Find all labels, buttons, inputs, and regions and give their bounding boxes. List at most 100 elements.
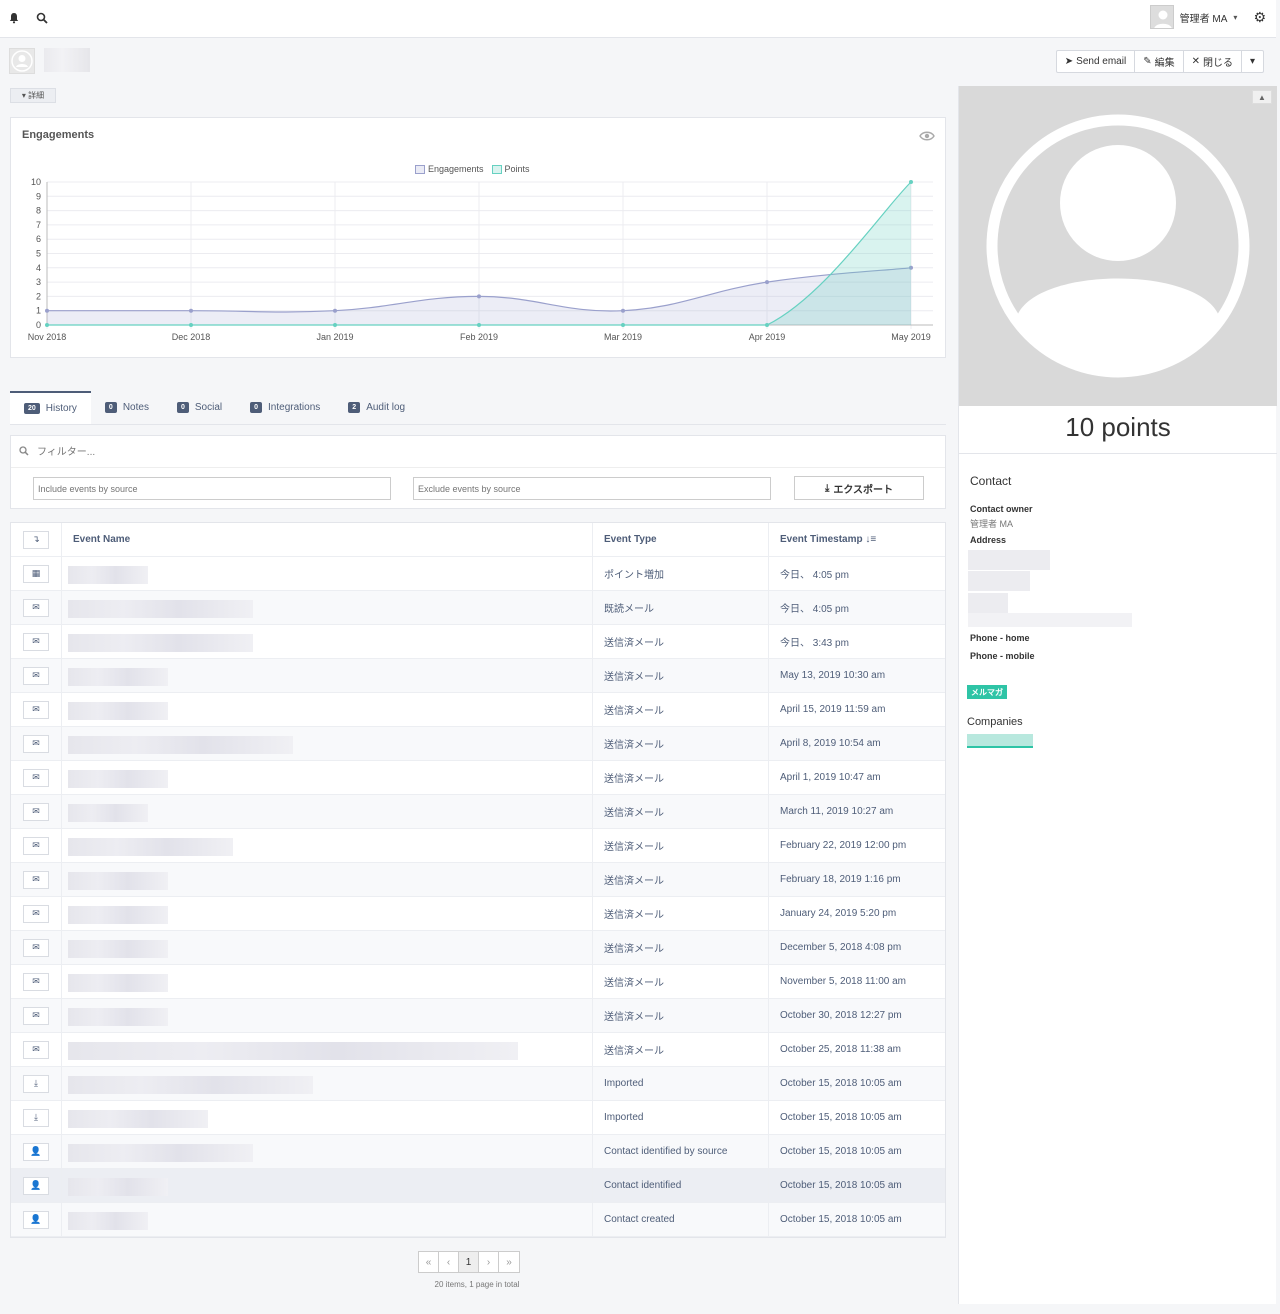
include-source-input[interactable] [33, 477, 391, 500]
company-link-redacted[interactable] [967, 734, 1033, 748]
table-row[interactable]: ✉ 既読メール 今日、 4:05 pm [11, 591, 945, 625]
event-type-cell: Contact identified by source [593, 1135, 769, 1168]
next-page-button[interactable]: › [479, 1252, 499, 1272]
table-row[interactable]: ✉ 送信済メール October 30, 2018 12:27 pm [11, 999, 945, 1033]
envelope-icon[interactable]: ✉ [23, 700, 49, 719]
calculator-icon[interactable]: ▦ [23, 564, 49, 583]
event-name-cell[interactable] [62, 1169, 593, 1202]
detail-toggle-button[interactable]: ▾ 詳細 [10, 88, 56, 103]
event-icon-cell: 👤 [11, 1135, 62, 1168]
export-button[interactable]: ⤓ エクスポート [794, 476, 924, 500]
envelope-icon[interactable]: ✉ [23, 836, 49, 855]
collapse-sidebar-button[interactable]: ▲ [1252, 90, 1272, 104]
event-name-cell[interactable] [62, 659, 593, 692]
event-name-cell[interactable] [62, 1101, 593, 1134]
send-email-button[interactable]: ➤ Send email [1057, 51, 1136, 72]
page-number-button[interactable]: 1 [459, 1252, 479, 1272]
column-header-event-name[interactable]: Event Name [62, 523, 593, 556]
envelope-icon[interactable]: ✉ [23, 1006, 49, 1025]
column-header-event-timestamp[interactable]: Event Timestamp ↓≡ [769, 523, 945, 556]
gear-icon[interactable]: ⚙ [1253, 9, 1266, 26]
table-row[interactable]: ✉ 送信済メール 今日、 3:43 pm [11, 625, 945, 659]
table-row[interactable]: ⤓ Imported October 15, 2018 10:05 am [11, 1101, 945, 1135]
exclude-source-input[interactable] [413, 477, 771, 500]
table-row[interactable]: ✉ 送信済メール April 15, 2019 11:59 am [11, 693, 945, 727]
table-row[interactable]: ✉ 送信済メール April 1, 2019 10:47 am [11, 761, 945, 795]
event-name-cell[interactable] [62, 795, 593, 828]
table-row[interactable]: ✉ 送信済メール March 11, 2019 10:27 am [11, 795, 945, 829]
user-icon[interactable]: 👤 [23, 1142, 49, 1161]
table-row[interactable]: 👤 Contact created October 15, 2018 10:05 a… [11, 1203, 945, 1237]
x-tick-label: Nov 2018 [28, 332, 67, 342]
envelope-icon[interactable]: ✉ [23, 904, 49, 923]
bell-icon[interactable] [6, 10, 22, 26]
tab-notes[interactable]: 0 Notes [91, 391, 163, 424]
event-name-cell[interactable] [62, 1033, 593, 1066]
download-icon[interactable]: ⤓ [23, 1074, 49, 1093]
table-row[interactable]: 👤 Contact identified October 15, 2018 10:0… [11, 1169, 945, 1203]
event-name-cell[interactable] [62, 1135, 593, 1168]
event-name-cell[interactable] [62, 897, 593, 930]
download-icon[interactable]: ⤓ [23, 1108, 49, 1127]
more-actions-button[interactable]: ▾ [1242, 51, 1263, 72]
table-row[interactable]: ✉ 送信済メール February 22, 2019 12:00 pm [11, 829, 945, 863]
last-page-button[interactable]: » [499, 1252, 519, 1272]
tab-history[interactable]: 20 History [10, 391, 91, 424]
event-name-cell[interactable] [62, 863, 593, 896]
expand-all-button[interactable]: ↴ [23, 530, 49, 549]
tab-integrations[interactable]: 0 Integrations [236, 391, 334, 424]
table-row[interactable]: ▦ ポイント増加 今日、 4:05 pm [11, 557, 945, 591]
envelope-icon[interactable]: ✉ [23, 734, 49, 753]
phone-home-label: Phone - home [970, 633, 1030, 643]
event-name-cell[interactable] [62, 999, 593, 1032]
tab-audit-log[interactable]: 2 Audit log [334, 391, 419, 424]
table-row[interactable]: ✉ 送信済メール February 18, 2019 1:16 pm [11, 863, 945, 897]
table-row[interactable]: ✉ 送信済メール April 8, 2019 10:54 am [11, 727, 945, 761]
event-name-cell[interactable] [62, 829, 593, 862]
envelope-icon[interactable]: ✉ [23, 1040, 49, 1059]
event-name-cell[interactable] [62, 693, 593, 726]
user-plus-icon[interactable]: 👤 [23, 1210, 49, 1229]
event-name-redacted [68, 736, 293, 754]
first-page-button[interactable]: « [419, 1252, 439, 1272]
envelope-open-icon[interactable]: ✉ [23, 598, 49, 617]
event-icon-cell: ✉ [11, 795, 62, 828]
y-tick-label: 7 [36, 220, 41, 230]
envelope-icon[interactable]: ✉ [23, 802, 49, 821]
tag-badge[interactable]: メルマガ [967, 685, 1007, 699]
event-name-cell[interactable] [62, 591, 593, 624]
envelope-icon[interactable]: ✉ [23, 632, 49, 651]
address-redacted [968, 571, 1030, 591]
envelope-icon[interactable]: ✉ [23, 938, 49, 957]
user-menu[interactable]: 管理者 MA ▾ ⚙ [1149, 3, 1266, 31]
event-name-cell[interactable] [62, 931, 593, 964]
event-name-cell[interactable] [62, 965, 593, 998]
table-row[interactable]: ⤓ Imported October 15, 2018 10:05 am [11, 1067, 945, 1101]
envelope-icon[interactable]: ✉ [23, 972, 49, 991]
event-name-redacted [68, 1042, 518, 1060]
table-row[interactable]: 👤 Contact identified by source October 15,… [11, 1135, 945, 1169]
edit-button[interactable]: ✎ 編集 [1135, 51, 1184, 72]
table-row[interactable]: ✉ 送信済メール November 5, 2018 11:00 am [11, 965, 945, 999]
envelope-icon[interactable]: ✉ [23, 870, 49, 889]
table-row[interactable]: ✉ 送信済メール May 13, 2019 10:30 am [11, 659, 945, 693]
table-row[interactable]: ✉ 送信済メール October 25, 2018 11:38 am [11, 1033, 945, 1067]
table-row[interactable]: ✉ 送信済メール December 5, 2018 4:08 pm [11, 931, 945, 965]
event-name-cell[interactable] [62, 1067, 593, 1100]
close-button[interactable]: ✕ 閉じる [1184, 51, 1242, 72]
pagination: « ‹ 1 › » [418, 1251, 520, 1273]
user-icon[interactable]: 👤 [23, 1176, 49, 1195]
envelope-icon[interactable]: ✉ [23, 666, 49, 685]
prev-page-button[interactable]: ‹ [439, 1252, 459, 1272]
event-name-cell[interactable] [62, 761, 593, 794]
envelope-icon[interactable]: ✉ [23, 768, 49, 787]
tab-social[interactable]: 0 Social [163, 391, 236, 424]
filter-input[interactable] [37, 443, 337, 461]
column-header-event-type[interactable]: Event Type [593, 523, 769, 556]
event-name-cell[interactable] [62, 1203, 593, 1236]
event-name-cell[interactable] [62, 727, 593, 760]
event-name-cell[interactable] [62, 557, 593, 590]
table-row[interactable]: ✉ 送信済メール January 24, 2019 5:20 pm [11, 897, 945, 931]
event-name-cell[interactable] [62, 625, 593, 658]
search-icon[interactable] [34, 10, 50, 26]
